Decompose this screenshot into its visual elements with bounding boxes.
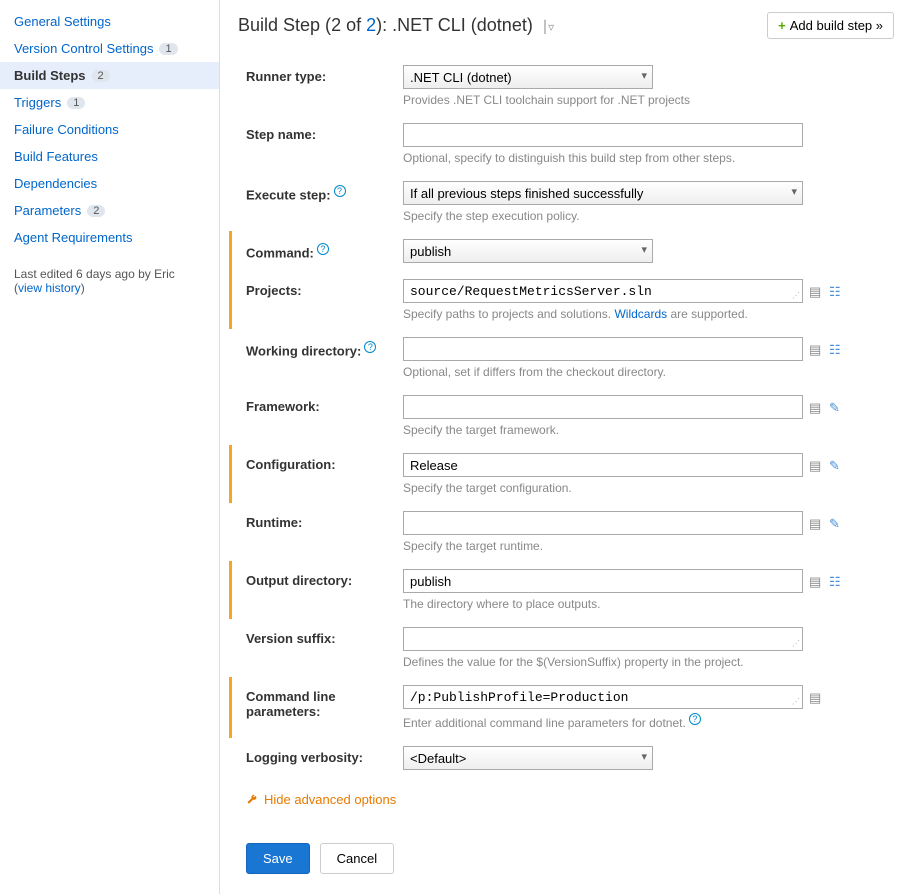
configuration-hint: Specify the target configuration. bbox=[403, 481, 894, 495]
expand-icon[interactable]: ▤ bbox=[809, 574, 823, 588]
step-name-label: Step name: bbox=[238, 123, 403, 165]
projects-label: Projects: bbox=[238, 279, 403, 321]
help-icon[interactable]: ? bbox=[364, 341, 376, 353]
configuration-label: Configuration: bbox=[238, 453, 403, 495]
sidebar-item-vcs-settings[interactable]: Version Control Settings1 bbox=[0, 35, 219, 62]
version-suffix-hint: Defines the value for the $(VersionSuffi… bbox=[403, 655, 894, 669]
add-build-step-button[interactable]: Add build step » bbox=[767, 12, 894, 39]
logging-select[interactable] bbox=[403, 746, 653, 770]
badge: 1 bbox=[67, 97, 85, 109]
badge: 2 bbox=[92, 70, 110, 82]
expand-icon[interactable]: ▤ bbox=[809, 342, 823, 356]
expand-icon[interactable]: ▤ bbox=[809, 458, 823, 472]
runner-type-hint: Provides .NET CLI toolchain support for … bbox=[403, 93, 894, 107]
command-label: Command:? bbox=[238, 239, 403, 263]
framework-hint: Specify the target framework. bbox=[403, 423, 894, 437]
version-suffix-input[interactable] bbox=[403, 627, 803, 651]
expand-icon[interactable]: ▤ bbox=[809, 516, 823, 530]
sidebar-item-agent-requirements[interactable]: Agent Requirements bbox=[0, 224, 219, 251]
projects-input[interactable] bbox=[403, 279, 803, 303]
expand-icon[interactable]: ▤ bbox=[809, 284, 823, 298]
runner-type-select[interactable] bbox=[403, 65, 653, 89]
help-icon[interactable]: ? bbox=[334, 185, 346, 197]
framework-label: Framework: bbox=[238, 395, 403, 437]
execute-step-hint: Specify the step execution policy. bbox=[403, 209, 894, 223]
framework-input[interactable] bbox=[403, 395, 803, 419]
sidebar-item-dependencies[interactable]: Dependencies bbox=[0, 170, 219, 197]
expand-icon[interactable]: ▤ bbox=[809, 690, 823, 704]
sidebar-item-build-features[interactable]: Build Features bbox=[0, 143, 219, 170]
wand-icon[interactable]: ✎ bbox=[829, 516, 843, 530]
execute-step-select[interactable] bbox=[403, 181, 803, 205]
help-icon[interactable]: ? bbox=[689, 713, 701, 725]
wand-icon[interactable]: ✎ bbox=[829, 458, 843, 472]
save-button[interactable]: Save bbox=[246, 843, 310, 874]
configuration-input[interactable] bbox=[403, 453, 803, 477]
wildcards-link[interactable]: Wildcards bbox=[614, 307, 667, 321]
command-select[interactable] bbox=[403, 239, 653, 263]
step-name-hint: Optional, specify to distinguish this bu… bbox=[403, 151, 894, 165]
working-dir-label: Working directory:? bbox=[238, 337, 403, 379]
runtime-hint: Specify the target runtime. bbox=[403, 539, 894, 553]
sidebar: General Settings Version Control Setting… bbox=[0, 0, 220, 894]
runner-type-label: Runner type: bbox=[238, 65, 403, 107]
main-content: Build Step (2 of 2): .NET CLI (dotnet) ⎮… bbox=[220, 0, 912, 894]
view-history-link[interactable]: view history bbox=[18, 281, 81, 295]
output-dir-label: Output directory: bbox=[238, 569, 403, 611]
page-title: Build Step (2 of 2): .NET CLI (dotnet) ⎮… bbox=[238, 15, 554, 36]
sidebar-item-general-settings[interactable]: General Settings bbox=[0, 8, 219, 35]
last-edited-info: Last edited 6 days ago by Eric (view his… bbox=[0, 257, 219, 305]
execute-step-label: Execute step:? bbox=[238, 181, 403, 223]
reorder-icon[interactable]: ⎮▿ bbox=[542, 20, 554, 34]
cmd-params-hint: Enter additional command line parameters… bbox=[403, 713, 894, 730]
version-suffix-label: Version suffix: bbox=[238, 627, 403, 669]
sidebar-item-parameters[interactable]: Parameters2 bbox=[0, 197, 219, 224]
expand-icon[interactable]: ▤ bbox=[809, 400, 823, 414]
badge: 2 bbox=[87, 205, 105, 217]
sidebar-item-triggers[interactable]: Triggers1 bbox=[0, 89, 219, 116]
tree-picker-icon[interactable]: ☷ bbox=[829, 284, 843, 298]
runtime-label: Runtime: bbox=[238, 511, 403, 553]
step-name-input[interactable] bbox=[403, 123, 803, 147]
working-dir-input[interactable] bbox=[403, 337, 803, 361]
logging-label: Logging verbosity: bbox=[238, 746, 403, 770]
tree-picker-icon[interactable]: ☷ bbox=[829, 342, 843, 356]
sidebar-item-failure-conditions[interactable]: Failure Conditions bbox=[0, 116, 219, 143]
working-dir-hint: Optional, set if differs from the checko… bbox=[403, 365, 894, 379]
hide-advanced-toggle[interactable]: Hide advanced options bbox=[238, 786, 894, 813]
sidebar-item-build-steps[interactable]: Build Steps2 bbox=[0, 62, 219, 89]
output-dir-input[interactable] bbox=[403, 569, 803, 593]
output-dir-hint: The directory where to place outputs. bbox=[403, 597, 894, 611]
cmd-params-label: Command line parameters: bbox=[238, 685, 403, 730]
runtime-input[interactable] bbox=[403, 511, 803, 535]
wand-icon[interactable]: ✎ bbox=[829, 400, 843, 414]
tree-picker-icon[interactable]: ☷ bbox=[829, 574, 843, 588]
projects-hint: Specify paths to projects and solutions.… bbox=[403, 307, 894, 321]
wrench-icon bbox=[246, 794, 258, 806]
cancel-button[interactable]: Cancel bbox=[320, 843, 394, 874]
help-icon[interactable]: ? bbox=[317, 243, 329, 255]
cmd-params-input[interactable] bbox=[403, 685, 803, 709]
badge: 1 bbox=[159, 43, 177, 55]
